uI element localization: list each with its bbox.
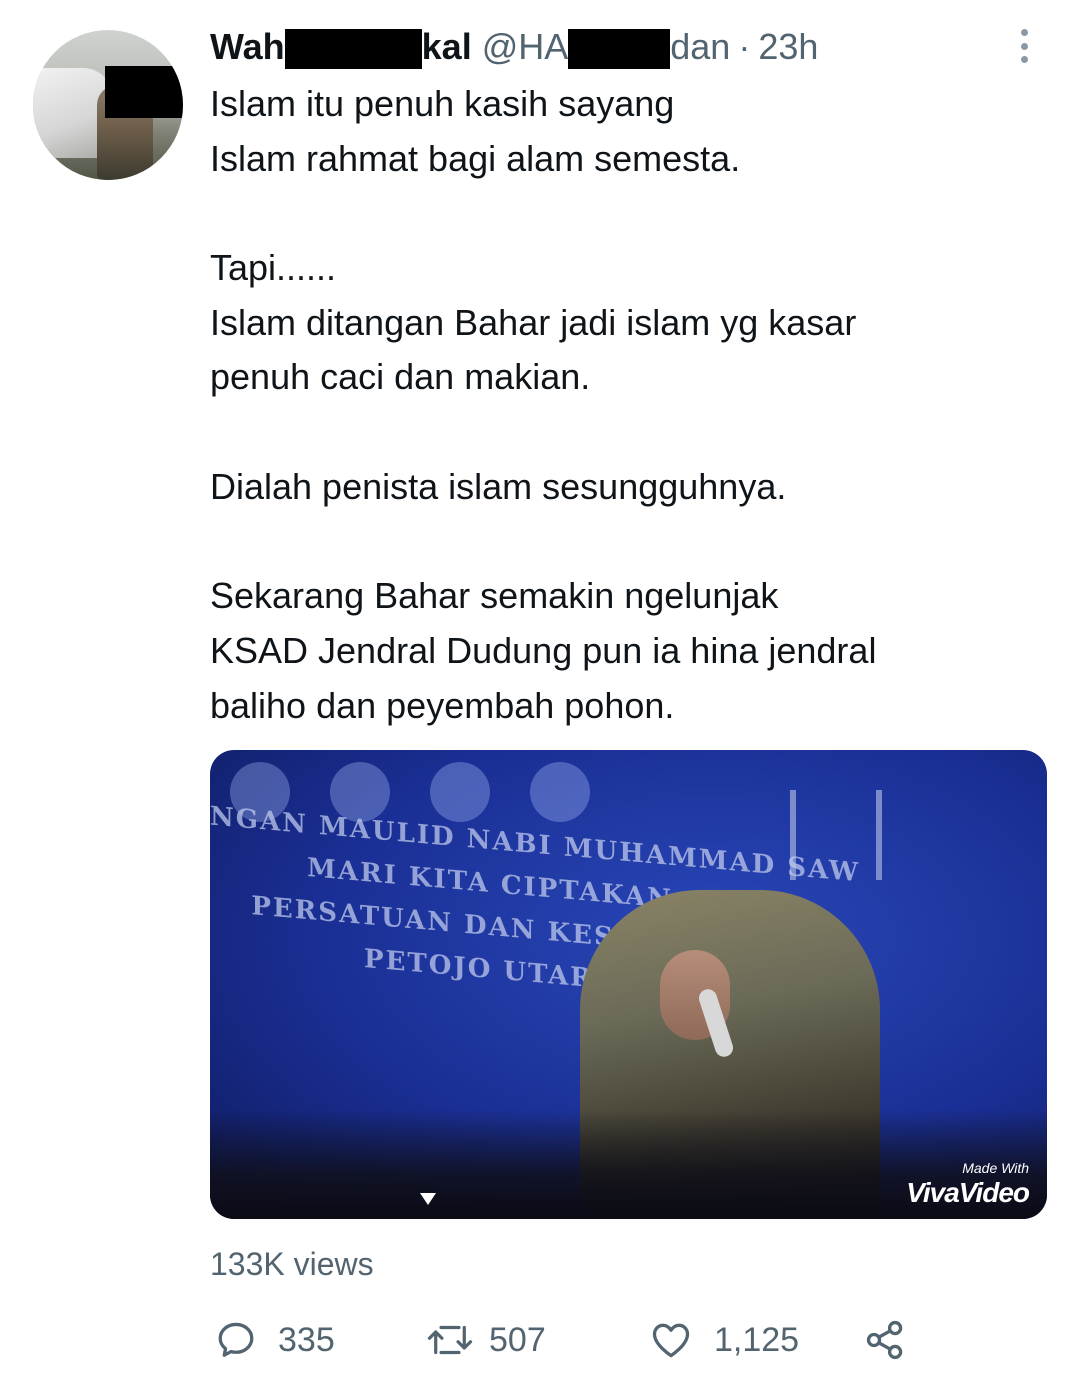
share-button[interactable] [862,1313,908,1367]
more-vertical-icon-dot [1020,42,1028,50]
more-options-button[interactable] [1010,26,1038,66]
action-bar: 335 507 1,125 [210,1313,930,1367]
avatar-redaction [105,66,183,118]
banner-logo [530,762,590,822]
author-name-start: Wah [210,26,285,67]
avatar[interactable] [33,30,183,180]
tweet[interactable]: Wah kal @HA dan · 23h Islam itu penuh kasi… [0,0,1080,1392]
tweet-text-line: Islam ditangan Bahar jadi islam yg kasar [210,301,857,343]
tweet-text-line: KSAD Jendral Dudung pun ia hina jendral [210,629,877,671]
handle-redaction [568,29,671,70]
tweet-video[interactable]: NGAN MAULID NABI MUHAMMAD SAW MARI KITA … [210,750,1047,1219]
author-handle[interactable]: @HA dan [481,22,731,72]
tweet-text-line: penuh caci dan makian. [210,356,591,398]
heart-icon [648,1318,694,1362]
like-count: 1,125 [714,1320,800,1359]
tweet-text-line: baliho dan peyembah pohon. [210,684,675,726]
watermark-brand: VivaVideo [906,1177,1030,1208]
author-handle-end: dan [670,26,731,67]
author-handle-start: @HA [481,26,569,67]
reply-button[interactable]: 335 [214,1313,335,1367]
view-count[interactable]: 133K views [210,1242,374,1286]
tweet-header: Wah kal @HA dan · 23h [210,22,818,72]
name-redaction [284,29,422,70]
retweet-button[interactable]: 507 [425,1313,546,1367]
banner-logo [430,762,490,822]
reply-count: 335 [278,1320,335,1359]
video-watermark: Made With VivaVideo [906,1159,1030,1209]
like-button[interactable]: 1,125 [648,1313,799,1367]
retweet-icon [425,1318,475,1362]
watermark-small: Made With [962,1160,1029,1176]
more-vertical-icon-dot [1020,56,1028,63]
tweet-text-line: Dialah penista islam sesungguhnya. [210,465,787,507]
reply-icon [214,1318,258,1362]
tweet-text: Islam itu penuh kasih sayang Islam rahmat… [210,77,1040,733]
tweet-text-line: Islam itu penuh kasih sayang [210,83,675,124]
tweet-text-line: Tapi...... [210,247,337,289]
header-separator: · [738,26,751,67]
play-indicator-icon [420,1193,436,1205]
more-vertical-icon [1020,29,1028,36]
tweet-text-line: Sekarang Bahar semakin ngelunjak [210,575,779,617]
share-icon [862,1318,908,1362]
retweet-count: 507 [489,1320,546,1359]
author-name[interactable]: Wah kal [210,22,472,72]
tweet-timestamp[interactable]: 23h [758,22,818,72]
tweet-text-line: Islam rahmat bagi alam semesta. [210,137,741,179]
author-name-end: kal [421,26,472,67]
